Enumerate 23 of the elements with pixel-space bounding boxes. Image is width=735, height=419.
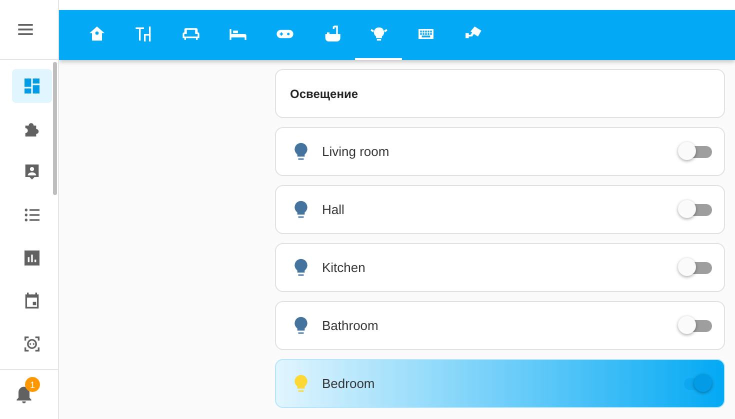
light-name: Bedroom: [322, 376, 376, 391]
light-name: Bathroom: [322, 318, 380, 333]
light-row[interactable]: Hall: [275, 185, 725, 234]
light-name: Hall: [322, 202, 346, 217]
dashboard-icon: [22, 76, 42, 96]
light-row[interactable]: Living room: [275, 127, 725, 176]
notification-badge: 1: [25, 377, 40, 392]
light-name: Living room: [322, 144, 390, 159]
sidebar-item[interactable]: [12, 69, 52, 103]
scrollbar[interactable]: [53, 62, 57, 195]
table-chair-icon: [134, 24, 154, 44]
card-title: Освещение: [290, 86, 358, 100]
light-row[interactable]: Bathroom: [275, 301, 725, 350]
light-name: Kitchen: [322, 260, 366, 275]
toggle-switch[interactable]: [678, 200, 712, 220]
light-row[interactable]: Bedroom: [275, 359, 725, 408]
toggle-switch[interactable]: [678, 316, 712, 336]
toggle-switch[interactable]: [678, 258, 712, 278]
toggle-switch[interactable]: [678, 142, 712, 162]
face-scan-icon: [22, 334, 42, 354]
chart-icon: [22, 248, 42, 268]
light-row[interactable]: Kitchen: [275, 243, 725, 292]
menu-icon[interactable]: [18, 24, 32, 35]
